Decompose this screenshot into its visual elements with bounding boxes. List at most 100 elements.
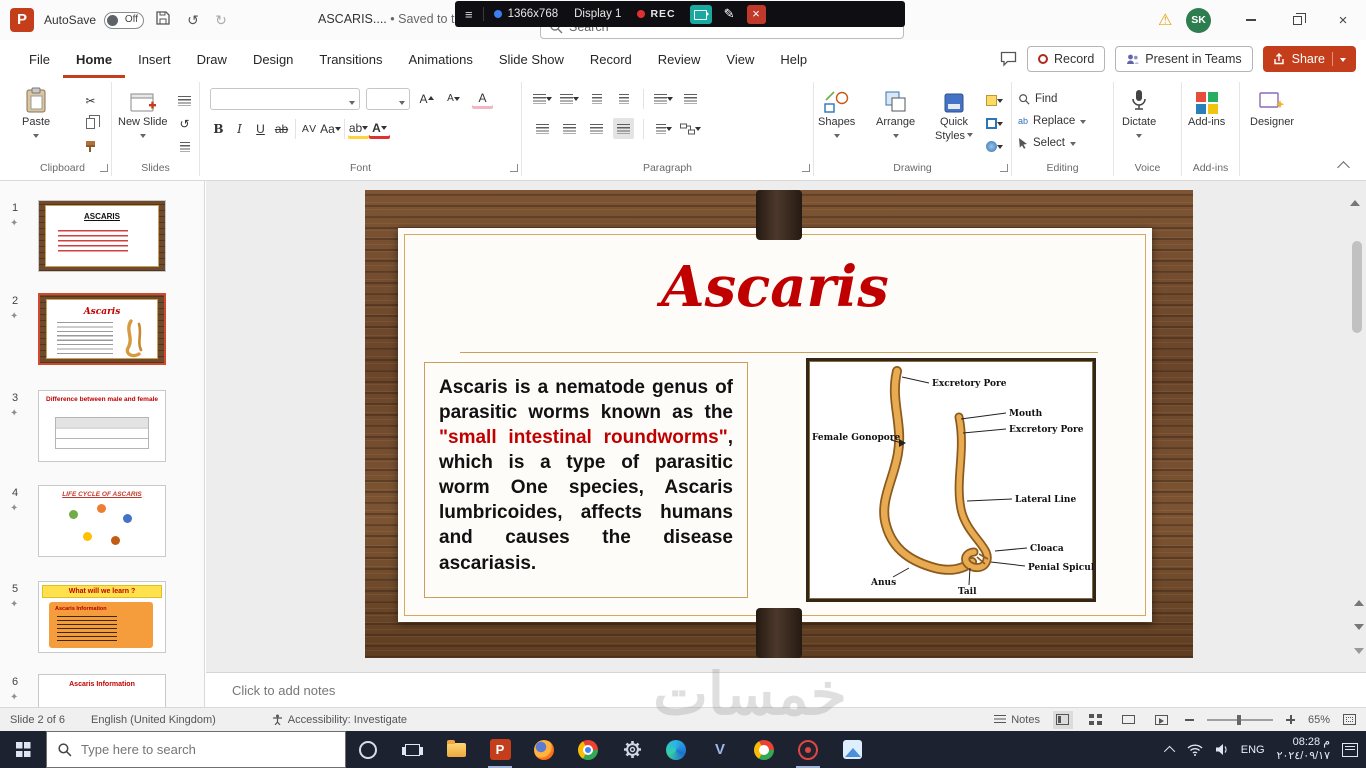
text-direction-button[interactable] (680, 88, 701, 109)
find-button[interactable]: Find (1012, 88, 1113, 110)
animation-star-icon[interactable]: ✦ (10, 218, 18, 229)
cut-button[interactable]: ✂ (80, 90, 101, 111)
character-spacing-button[interactable]: AV (299, 118, 320, 139)
previous-slide-button[interactable] (1354, 600, 1364, 606)
slide-indicator[interactable]: Slide 2 of 6 (10, 714, 65, 726)
action-center-icon[interactable] (1342, 742, 1358, 757)
scroll-down-arrow[interactable] (1354, 648, 1364, 654)
warning-icon[interactable]: ⚠ (1158, 10, 1172, 30)
numbering-button[interactable] (559, 88, 580, 109)
tab-help[interactable]: Help (767, 40, 820, 78)
zoom-slider[interactable] (1206, 714, 1273, 725)
paste-button[interactable]: Paste (22, 84, 50, 141)
slide-canvas[interactable]: Ascaris Ascaris is a nematode genus of p… (365, 190, 1193, 658)
section-button[interactable] (174, 136, 195, 157)
tab-design[interactable]: Design (240, 40, 306, 78)
pin-icon[interactable] (493, 10, 502, 18)
shape-outline-button[interactable] (984, 113, 1005, 134)
tab-transitions[interactable]: Transitions (306, 40, 395, 78)
convert-smartart-button[interactable] (680, 118, 701, 139)
select-button[interactable]: Select (1012, 132, 1113, 154)
increase-indent-button[interactable] (613, 88, 634, 109)
ascaris-diagram-image[interactable]: Excretory Pore Mouth Excretory Pore Fema… (806, 358, 1105, 602)
slide-sorter-view-button[interactable] (1086, 711, 1106, 729)
accessibility-checker[interactable]: Accessibility: Investigate (272, 714, 407, 726)
browser-2-button[interactable] (742, 731, 786, 768)
share-button[interactable]: Share (1262, 46, 1356, 72)
decrease-font-size-button[interactable]: A (443, 88, 464, 109)
notes-toggle-button[interactable]: Notes (994, 714, 1040, 726)
tab-draw[interactable]: Draw (184, 40, 240, 78)
recording-indicator[interactable]: REC (637, 8, 675, 20)
redo-button[interactable]: ↻ (210, 9, 232, 31)
slide-3-thumbnail[interactable]: Difference between male and female (38, 390, 166, 462)
next-slide-button[interactable] (1354, 624, 1364, 630)
align-center-button[interactable] (559, 118, 580, 139)
cortana-button[interactable] (346, 731, 390, 768)
camera-button[interactable] (689, 4, 712, 24)
format-painter-button[interactable] (80, 136, 101, 157)
bullets-button[interactable] (532, 88, 553, 109)
slide-4-thumbnail[interactable]: LIFE CYCLE OF ASCARIS (38, 485, 166, 557)
tab-slide-show[interactable]: Slide Show (486, 40, 577, 78)
slideshow-view-button[interactable] (1152, 711, 1172, 729)
shapes-button[interactable]: Shapes (818, 84, 855, 141)
change-case-button[interactable]: Aa (320, 118, 341, 139)
line-spacing-button[interactable] (653, 88, 674, 109)
designer-button[interactable]: Designer (1250, 84, 1294, 128)
chrome-button[interactable] (566, 731, 610, 768)
font-size-combobox[interactable] (366, 88, 410, 110)
animation-star-icon[interactable]: ✦ (10, 692, 18, 703)
network-icon[interactable] (1187, 743, 1203, 756)
close-button[interactable]: × (1320, 0, 1366, 40)
slide-6-thumbnail[interactable]: Ascaris Information (38, 674, 166, 707)
comments-icon[interactable] (1000, 51, 1017, 67)
reading-view-button[interactable] (1119, 711, 1139, 729)
recorder-display[interactable]: Display 1 (574, 8, 621, 20)
autosave-toggle[interactable]: Off (104, 12, 144, 29)
recorder-menu-icon[interactable]: ≡ (465, 7, 473, 22)
normal-view-button[interactable] (1052, 710, 1073, 729)
font-color-button[interactable]: A (369, 118, 390, 139)
justify-button[interactable] (613, 118, 634, 139)
tab-insert[interactable]: Insert (125, 40, 184, 78)
layout-button[interactable] (174, 90, 195, 111)
keyboard-language[interactable]: ENG (1241, 744, 1265, 756)
tab-home[interactable]: Home (63, 40, 125, 78)
undo-button[interactable]: ↺ (182, 9, 204, 31)
zoom-slider-thumb[interactable] (1236, 714, 1241, 725)
bold-button[interactable]: B (208, 118, 229, 139)
tab-view[interactable]: View (713, 40, 767, 78)
align-right-button[interactable] (586, 118, 607, 139)
quick-styles-button[interactable]: Quick Styles (932, 84, 976, 142)
powerpoint-logo-icon[interactable]: P (10, 8, 34, 32)
animation-star-icon[interactable]: ✦ (10, 503, 18, 514)
zoom-level[interactable]: 65% (1308, 714, 1330, 726)
animation-star-icon[interactable]: ✦ (10, 599, 18, 610)
decrease-indent-button[interactable] (586, 88, 607, 109)
scrollbar-thumb[interactable] (1352, 241, 1362, 333)
italic-button[interactable]: I (229, 118, 250, 139)
tab-record[interactable]: Record (577, 40, 645, 78)
restore-button[interactable] (1274, 0, 1320, 40)
minimize-button[interactable] (1228, 0, 1274, 40)
avatar[interactable]: SK (1186, 8, 1211, 33)
record-button[interactable]: Record (1026, 46, 1106, 72)
slide-title-textbox[interactable]: Ascaris (398, 254, 1152, 320)
tab-file[interactable]: File (16, 40, 63, 78)
fit-to-window-button[interactable] (1343, 714, 1356, 725)
zoom-in-button[interactable] (1285, 715, 1295, 724)
screen-recorder-app-button[interactable] (786, 731, 830, 768)
taskbar-search-input[interactable] (81, 742, 311, 757)
underline-button[interactable]: U (250, 118, 271, 139)
columns-button[interactable] (653, 118, 674, 139)
taskbar-search[interactable] (46, 731, 346, 768)
tab-review[interactable]: Review (645, 40, 714, 78)
align-left-button[interactable] (532, 118, 553, 139)
photos-button[interactable] (830, 731, 874, 768)
slide-body-textbox[interactable]: Ascaris is a nematode genus of parasitic… (424, 362, 748, 598)
present-in-teams-button[interactable]: Present in Teams (1115, 46, 1253, 72)
slide-1-thumbnail[interactable]: ASCARIS (38, 200, 166, 272)
scroll-up-arrow[interactable] (1350, 183, 1360, 206)
increase-font-size-button[interactable]: A (416, 88, 437, 109)
